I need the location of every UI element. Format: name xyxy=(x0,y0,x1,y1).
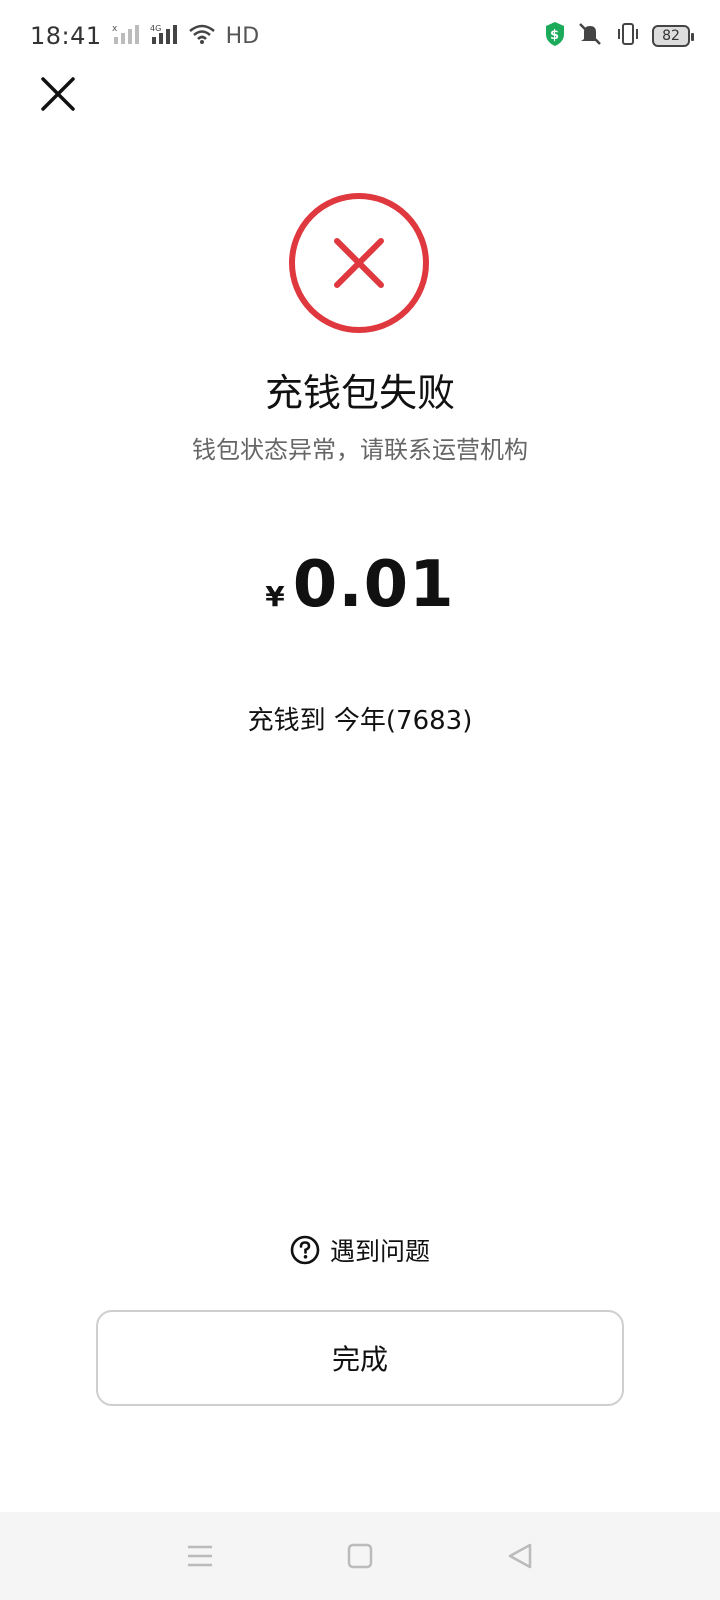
wifi-icon xyxy=(188,23,216,49)
vibrate-icon xyxy=(614,21,642,51)
menu-icon xyxy=(188,1545,212,1567)
svg-text:4G: 4G xyxy=(150,24,161,33)
nav-home-button[interactable] xyxy=(336,1532,384,1580)
help-label: 遇到问题 xyxy=(329,1237,430,1266)
error-x-circle-icon xyxy=(288,192,430,334)
done-button[interactable]: 完成 xyxy=(96,1310,624,1406)
status-bar: 18:41 x 4G HD $ 82 xyxy=(0,0,720,72)
svg-text:$: $ xyxy=(550,28,559,43)
amount: ¥ 0.01 xyxy=(0,548,720,622)
result-title: 充钱包失败 xyxy=(264,371,455,415)
status-left: 18:41 x 4G HD xyxy=(30,22,259,50)
hd-indicator: HD xyxy=(225,23,260,49)
back-triangle-icon xyxy=(508,1543,532,1569)
security-shield-icon: $ xyxy=(544,21,566,51)
signal-4g-icon: 4G xyxy=(150,23,178,49)
mute-bell-icon xyxy=(576,21,604,51)
result-message: 钱包状态异常，请联系运营机构 xyxy=(192,436,528,464)
recharge-target: 充钱到 今年(7683) xyxy=(247,706,473,736)
signal-sim1-icon: x xyxy=(112,23,140,49)
home-square-icon xyxy=(347,1543,373,1569)
nav-back-button[interactable] xyxy=(496,1532,544,1580)
navigation-bar xyxy=(0,1512,720,1600)
nav-menu-button[interactable] xyxy=(176,1532,224,1580)
close-button[interactable] xyxy=(36,72,80,116)
currency-symbol: ¥ xyxy=(265,580,285,613)
status-right: $ 82 xyxy=(544,21,694,51)
close-icon xyxy=(41,77,75,111)
question-circle-icon xyxy=(290,1235,320,1265)
battery-icon: 82 xyxy=(652,25,694,47)
recharge-fail-screen: 18:41 x 4G HD $ 82 充钱包失败 钱包状态异常，请联系运营机构 … xyxy=(0,0,720,1600)
help-link[interactable]: 遇到问题 xyxy=(0,1232,720,1268)
amount-value: 0.01 xyxy=(292,548,455,622)
status-time: 18:41 xyxy=(30,22,102,50)
svg-text:x: x xyxy=(112,24,118,34)
